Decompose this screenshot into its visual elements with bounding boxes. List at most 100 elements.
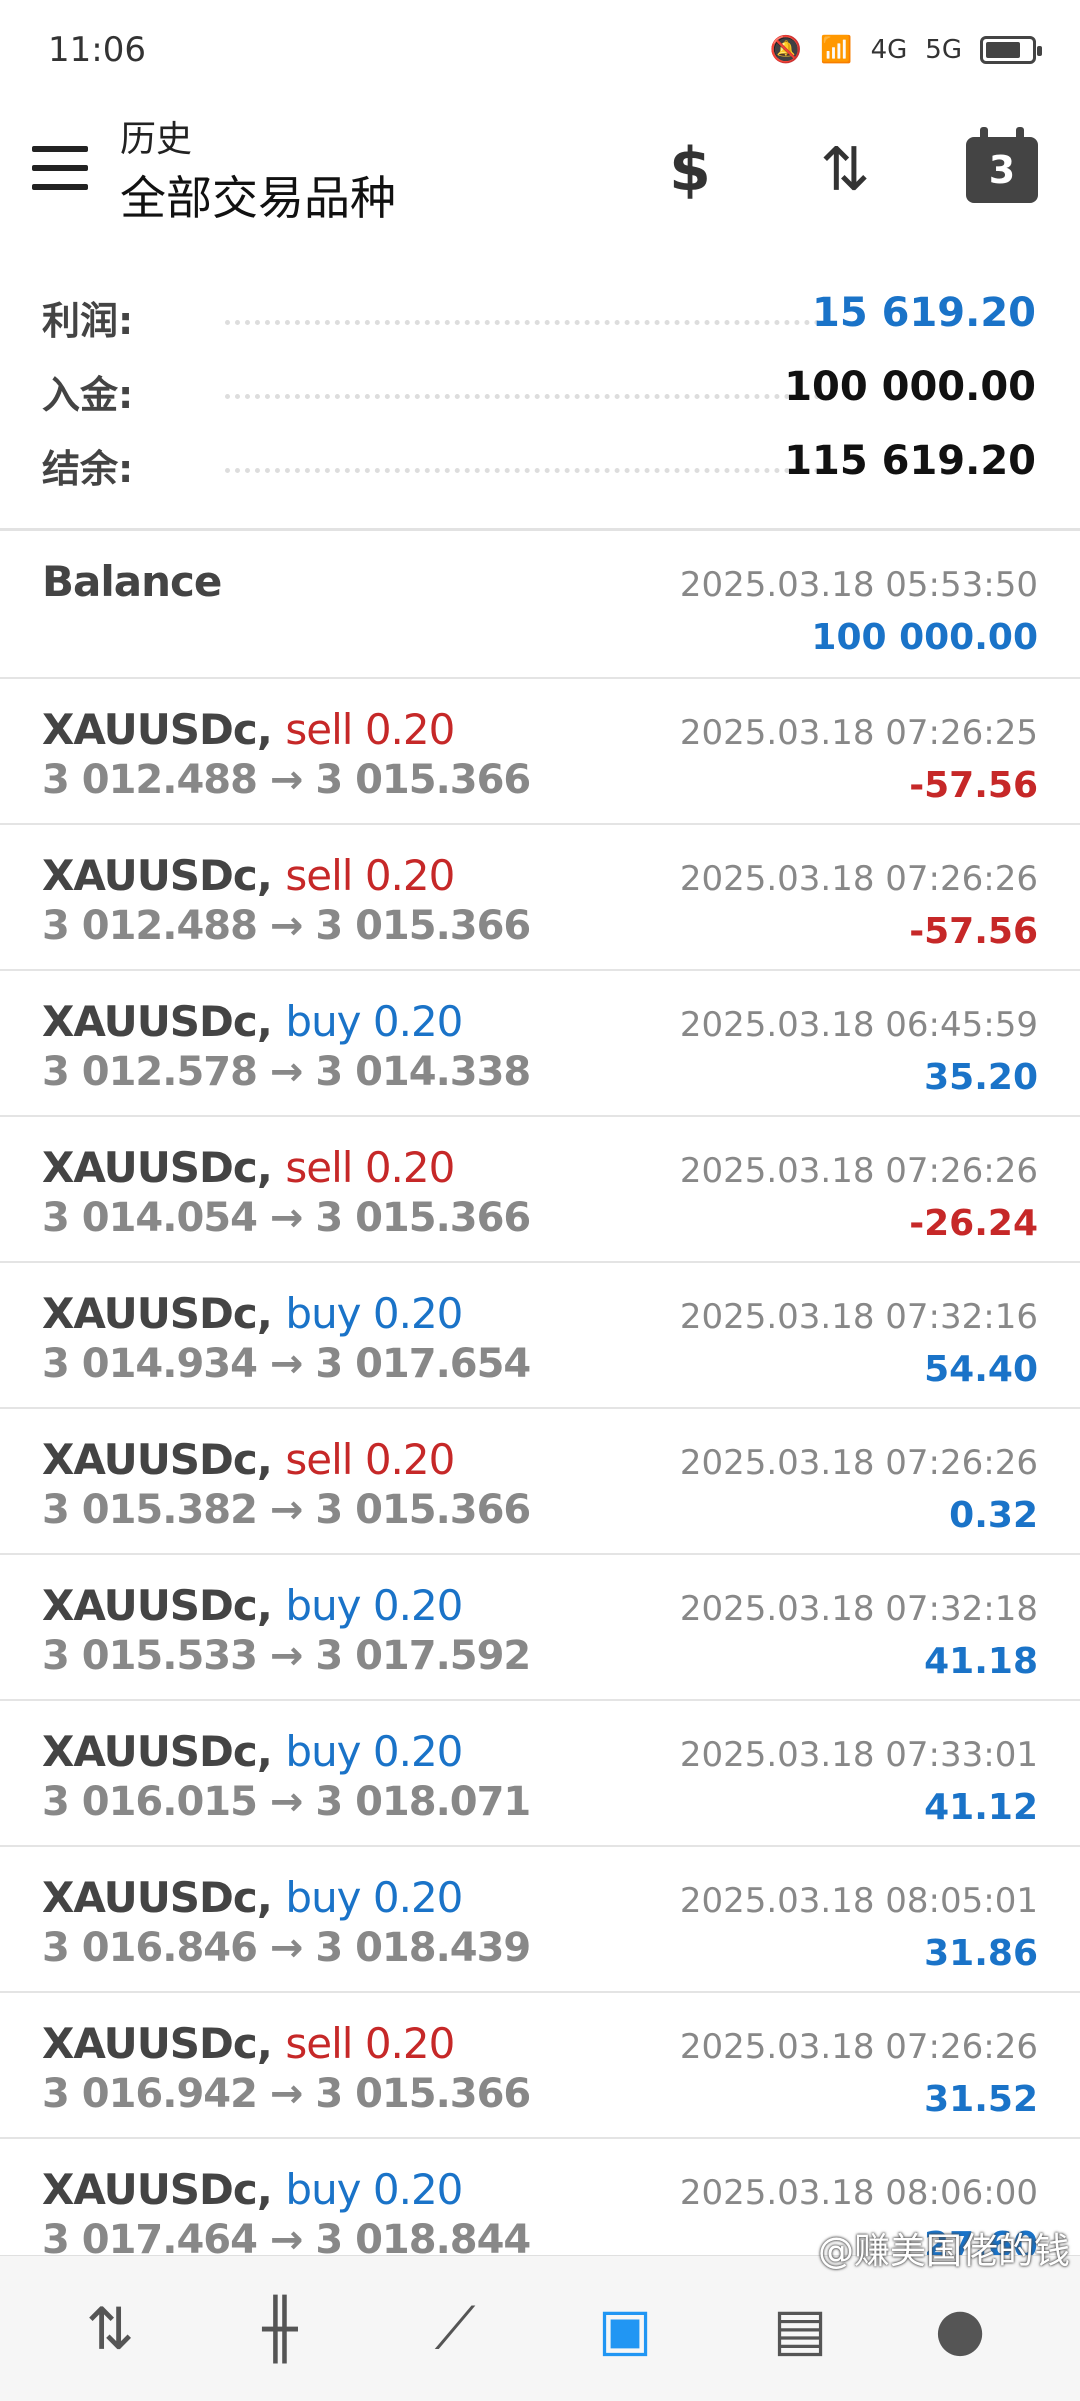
symbol-name: XAUUSDc, (42, 705, 273, 754)
deal-row[interactable]: XAUUSDc, sell 0.20 3 015.382 → 3 015.366 2… (0, 1409, 1080, 1555)
mute-icon: 🔕 (769, 35, 803, 65)
dotted-leader (225, 320, 820, 325)
deal-type: buy 0.20 (285, 1873, 463, 1922)
deal-type: buy 0.20 (285, 997, 463, 1046)
deal-type: buy 0.20 (285, 1581, 463, 1630)
deal-profit: 0.32 (949, 1495, 1038, 1536)
page-title[interactable]: 全部交易品种 (120, 162, 396, 228)
trade-icon[interactable]: ⟋ (395, 2256, 515, 2401)
symbol-name: XAUUSDc, (42, 851, 273, 900)
deal-date: 2025.03.18 07:26:26 (679, 2027, 1038, 2067)
symbol-name: XAUUSDc, (42, 2019, 273, 2068)
messages-icon[interactable]: ● (900, 2256, 1020, 2401)
deal-type: sell 0.20 (285, 1143, 455, 1192)
deal-prices: 3 016.015 → 3 018.071 (42, 1779, 531, 1825)
balance-amount: 100 000.00 (811, 617, 1038, 658)
deal-row[interactable]: XAUUSDc, buy 0.20 3 016.015 → 3 018.071 20… (0, 1701, 1080, 1847)
deal-profit: 54.40 (924, 1349, 1038, 1390)
deal-symbol: XAUUSDc, buy 0.20 (42, 1581, 463, 1630)
symbol-name: XAUUSDc, (42, 1435, 273, 1484)
deal-type: sell 0.20 (285, 1435, 455, 1484)
balance-row[interactable]: Balance 2025.03.18 05:53:50 100 000.00 (0, 531, 1080, 679)
deal-row[interactable]: XAUUSDc, sell 0.20 3 016.942 → 3 015.366 2… (0, 1993, 1080, 2139)
deal-profit: 41.12 (924, 1787, 1038, 1828)
deal-type: sell 0.20 (285, 851, 455, 900)
deal-symbol: XAUUSDc, sell 0.20 (42, 2019, 455, 2068)
status-icons: 🔕 📶 4G 5G (769, 35, 1042, 65)
symbol-name: XAUUSDc, (42, 1581, 273, 1630)
deal-type: buy 0.20 (285, 2165, 463, 2214)
deal-symbol: XAUUSDc, buy 0.20 (42, 2165, 463, 2214)
deal-prices: 3 015.382 → 3 015.366 (42, 1487, 531, 1533)
symbol-name: XAUUSDc, (42, 1727, 273, 1776)
symbol-name: XAUUSDc, (42, 1873, 273, 1922)
news-icon[interactable]: ▤ (740, 2256, 860, 2401)
deal-symbol: XAUUSDc, sell 0.20 (42, 1435, 455, 1484)
deal-profit: -57.56 (909, 765, 1038, 806)
summary-value: 115 619.20 (784, 438, 1036, 484)
deal-type: buy 0.20 (285, 1289, 463, 1338)
symbol-name: XAUUSDc, (42, 1289, 273, 1338)
dollar-exchange-icon[interactable]: $ (650, 130, 730, 210)
deal-profit: -26.24 (909, 1203, 1038, 1244)
summary-deposit-row: 入金: 100 000.00 (0, 344, 1080, 418)
wifi-icon: 📶 (820, 35, 853, 65)
deal-row[interactable]: XAUUSDc, sell 0.20 3 012.488 → 3 015.366 2… (0, 825, 1080, 971)
deal-date: 2025.03.18 07:26:26 (679, 1151, 1038, 1191)
deal-profit: 41.18 (924, 1641, 1038, 1682)
calendar-button[interactable]: 3 (962, 127, 1042, 210)
deal-symbol: XAUUSDc, sell 0.20 (42, 1143, 455, 1192)
deal-row[interactable]: XAUUSDc, sell 0.20 3 012.488 → 3 015.366 2… (0, 679, 1080, 825)
deal-symbol: XAUUSDc, buy 0.20 (42, 1727, 463, 1776)
quotes-icon[interactable]: ⇅ (50, 2256, 170, 2401)
summary-label: 入金: (42, 373, 134, 417)
deal-row[interactable]: XAUUSDc, buy 0.20 3 012.578 → 3 014.338 20… (0, 971, 1080, 1117)
summary-value: 15 619.20 (812, 290, 1036, 336)
deal-date: 2025.03.18 07:26:26 (679, 859, 1038, 899)
deal-type: buy 0.20 (285, 1727, 463, 1776)
network-4g-label: 4G (870, 35, 908, 65)
deal-date: 2025.03.18 08:05:01 (679, 1881, 1038, 1921)
dotted-leader (225, 468, 820, 473)
deal-date: 2025.03.18 08:06:00 (679, 2173, 1038, 2213)
deal-list[interactable]: Balance 2025.03.18 05:53:50 100 000.00 X… (0, 531, 1080, 2285)
deal-symbol: XAUUSDc, buy 0.20 (42, 1873, 463, 1922)
menu-icon[interactable] (32, 146, 88, 190)
deal-prices: 3 016.942 → 3 015.366 (42, 2071, 531, 2117)
deal-row[interactable]: XAUUSDc, sell 0.20 3 014.054 → 3 015.366 2… (0, 1117, 1080, 1263)
chart-icon[interactable]: ╫ (220, 2256, 340, 2401)
deal-date: 2025.03.18 07:32:16 (679, 1297, 1038, 1337)
deal-symbol: XAUUSDc, buy 0.20 (42, 1289, 463, 1338)
app-bar: 历史 全部交易品种 $ ⇅ 3 (0, 100, 1080, 240)
dotted-leader (225, 394, 820, 399)
deal-date: 2025.03.18 07:26:26 (679, 1443, 1038, 1483)
battery-icon (980, 36, 1042, 64)
deal-date: 2025.03.18 07:26:25 (679, 713, 1038, 753)
sort-icon[interactable]: ⇅ (805, 130, 885, 210)
deal-type: sell 0.20 (285, 2019, 455, 2068)
deal-profit: 35.20 (924, 1057, 1038, 1098)
status-time: 11:06 (48, 30, 146, 70)
symbol-name: XAUUSDc, (42, 2165, 273, 2214)
status-bar: 11:06 🔕 📶 4G 5G (0, 0, 1080, 100)
deal-row[interactable]: XAUUSDc, buy 0.20 3 016.846 → 3 018.439 20… (0, 1847, 1080, 1993)
watermark: @赚美国佬的钱 (817, 2231, 1070, 2272)
deal-row[interactable]: XAUUSDc, buy 0.20 3 015.533 → 3 017.592 20… (0, 1555, 1080, 1701)
summary-value: 100 000.00 (784, 364, 1036, 410)
deal-profit: 31.52 (924, 2079, 1038, 2120)
summary-label: 结余: (42, 447, 134, 491)
summary-panel: 利润: 15 619.20 入金: 100 000.00 结余: 115 619… (0, 270, 1080, 492)
deal-prices: 3 014.934 → 3 017.654 (42, 1341, 531, 1387)
deal-symbol: XAUUSDc, buy 0.20 (42, 997, 463, 1046)
history-icon[interactable]: ▣ (565, 2256, 685, 2401)
deal-profit: -57.56 (909, 911, 1038, 952)
symbol-name: XAUUSDc, (42, 997, 273, 1046)
deal-prices: 3 012.488 → 3 015.366 (42, 903, 531, 949)
bottom-nav: ⇅ ╫ ⟋ ▣ ▤ ● (0, 2255, 1080, 2401)
balance-label: Balance (42, 557, 222, 606)
summary-profit-row: 利润: 15 619.20 (0, 270, 1080, 344)
deal-date: 2025.03.18 05:53:50 (679, 565, 1038, 605)
deal-symbol: XAUUSDc, sell 0.20 (42, 851, 455, 900)
deal-profit: 31.86 (924, 1933, 1038, 1974)
deal-row[interactable]: XAUUSDc, buy 0.20 3 014.934 → 3 017.654 20… (0, 1263, 1080, 1409)
